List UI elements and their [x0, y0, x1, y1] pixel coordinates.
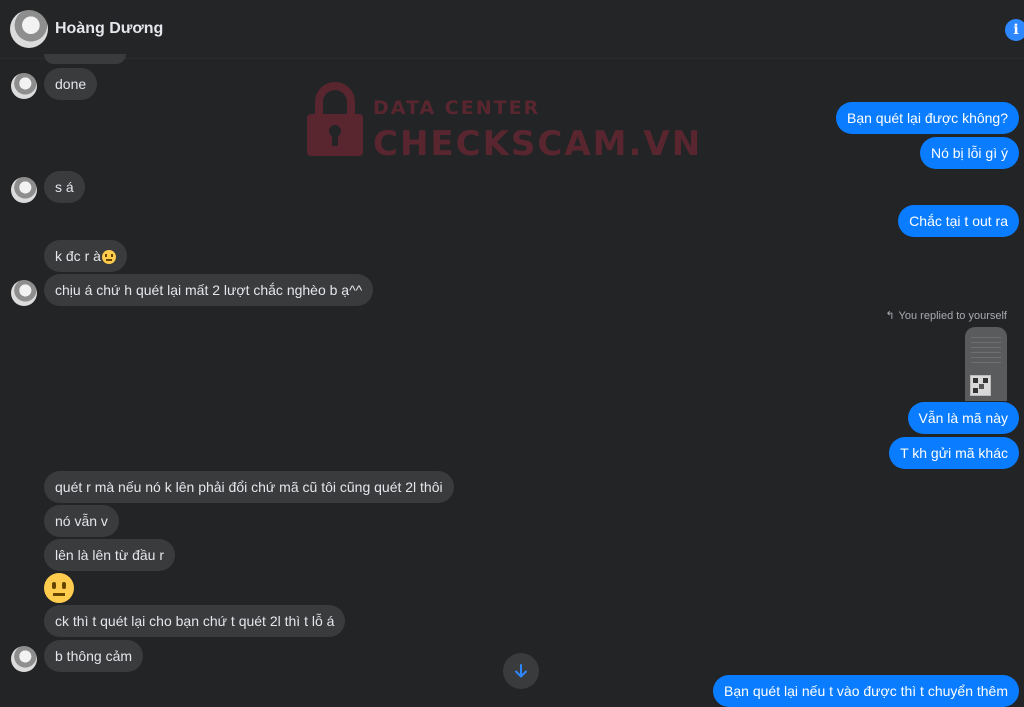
- incoming-message[interactable]: done: [44, 68, 98, 100]
- watermark-main-text: CHECKSCAM.VN: [373, 124, 703, 164]
- outgoing-message[interactable]: Bạn quét lại nếu t vào được thì t chuyển…: [713, 675, 1019, 707]
- padlock-icon: [307, 82, 363, 156]
- incoming-message[interactable]: b thông cảm: [44, 640, 144, 672]
- outgoing-message[interactable]: T kh gửi mã khác: [889, 437, 1019, 469]
- arrow-down-icon: [515, 664, 527, 678]
- outgoing-message[interactable]: Nó bị lỗi gì ý: [919, 137, 1019, 169]
- info-icon[interactable]: i: [1005, 19, 1024, 41]
- incoming-message[interactable]: k đc r à: [44, 240, 127, 272]
- contact-avatar-small[interactable]: [11, 646, 37, 672]
- incoming-message[interactable]: lên là lên từ đầu r: [44, 539, 175, 571]
- message-text: k đc r à: [55, 248, 101, 264]
- previous-message-fragment: [44, 54, 126, 64]
- contact-avatar-small[interactable]: [11, 177, 37, 203]
- contact-avatar-small[interactable]: [11, 73, 37, 99]
- neutral-face-emoji-icon[interactable]: [44, 573, 74, 603]
- contact-avatar-small[interactable]: [11, 280, 37, 306]
- reply-note-text: You replied to yourself: [898, 310, 1007, 322]
- incoming-message[interactable]: ck thì t quét lại cho bạn chứ t quét 2l …: [44, 605, 346, 637]
- scroll-to-bottom-button[interactable]: [503, 653, 539, 689]
- outgoing-message[interactable]: Vẫn là mã này: [907, 402, 1019, 434]
- qr-code-icon: [970, 375, 991, 396]
- incoming-message[interactable]: quét r mà nếu nó k lên phải đổi chứ mã c…: [44, 471, 454, 503]
- chat-header: Hoàng Dương i: [0, 0, 1024, 58]
- reply-arrow-icon: ↰: [885, 310, 895, 322]
- contact-avatar[interactable]: [10, 10, 48, 48]
- incoming-message[interactable]: s á: [44, 171, 85, 203]
- document-lines: [971, 337, 1001, 367]
- incoming-message[interactable]: chịu á chứ h quét lại mất 2 lượt chắc ng…: [44, 274, 374, 306]
- outgoing-message[interactable]: Bạn quét lại được không?: [836, 102, 1019, 134]
- watermark-top-text: DATA CENTER: [373, 97, 541, 119]
- reply-note: ↰ You replied to yourself: [885, 309, 1007, 322]
- contact-name[interactable]: Hoàng Dương: [55, 20, 163, 38]
- replied-image-preview[interactable]: [965, 327, 1007, 401]
- outgoing-message[interactable]: Chắc tại t out ra: [898, 205, 1019, 237]
- neutral-face-emoji-icon: [101, 250, 116, 265]
- incoming-message[interactable]: nó vẫn v: [44, 505, 119, 537]
